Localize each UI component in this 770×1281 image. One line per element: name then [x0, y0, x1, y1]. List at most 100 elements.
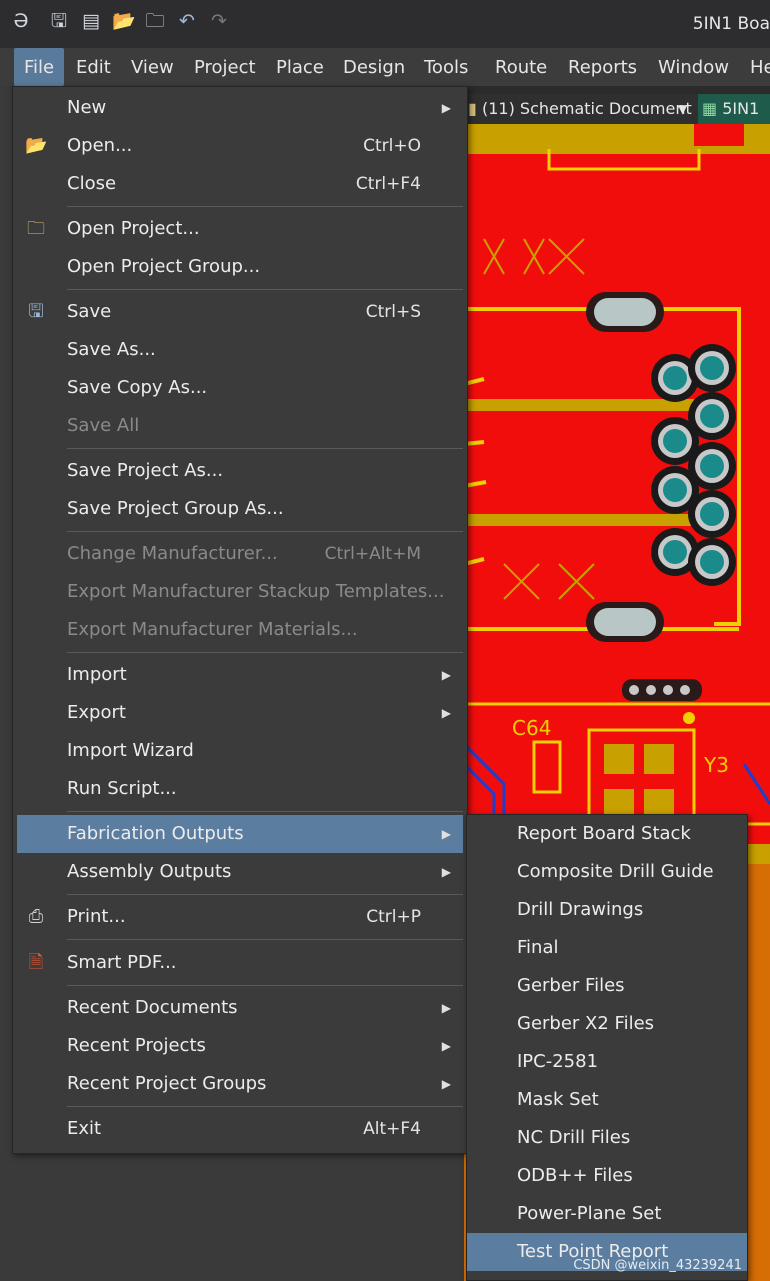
menu-item-label: Save Copy As... [67, 377, 208, 398]
menu-item-save-all: Save All [17, 407, 463, 445]
document-tab-bar: ▮ (11) Schematic Document ▼ ▦ 5IN1 [464, 94, 770, 124]
menu-item-recent-documents[interactable]: Recent Documents ▶ [17, 989, 463, 1027]
menu-item-close[interactable]: Close Ctrl+F4 [17, 165, 463, 203]
menu-item-smart-pdf[interactable]: 🗎 Smart PDF... [17, 944, 463, 982]
menu-item-run-script[interactable]: Run Script... [17, 770, 463, 808]
open-project-icon[interactable]: 🗀 [144, 10, 166, 32]
menu-item-exit[interactable]: Exit Alt+F4 [17, 1110, 463, 1148]
menu-item-label: Open... [67, 135, 133, 156]
submenu-item-power-plane-set[interactable]: Power-Plane Set [467, 1195, 747, 1233]
menu-item-open[interactable]: 📂 Open... Ctrl+O [17, 127, 463, 165]
submenu-item-final[interactable]: Final [467, 929, 747, 967]
menu-item-fabrication-outputs[interactable]: Fabrication Outputs ▶ [17, 815, 463, 853]
floppy-icon: 🖫 [28, 301, 44, 322]
pcb-label-c64: C64 [512, 716, 551, 740]
menu-item-label: Print... [67, 906, 126, 927]
menu-view[interactable]: View [131, 48, 174, 86]
menu-item-export-manufacturer-materials: Export Manufacturer Materials... [17, 611, 463, 649]
menu-item-label: Save [67, 301, 112, 322]
menu-item-recent-project-groups[interactable]: Recent Project Groups ▶ [17, 1065, 463, 1103]
open-project-icon: 🗀 [27, 218, 45, 239]
submenu-arrow-icon: ▶ [441, 1001, 451, 1015]
pcb-doc-icon: ▦ [702, 99, 718, 118]
submenu-item-drill-drawings[interactable]: Drill Drawings [467, 891, 747, 929]
menu-item-print[interactable]: ⎙ Print... Ctrl+P [17, 898, 463, 936]
menu-item-import[interactable]: Import ▶ [17, 656, 463, 694]
watermark: CSDN @weixin_43239241 [573, 1258, 742, 1273]
submenu-item-ipc-2581[interactable]: IPC-2581 [467, 1043, 747, 1081]
submenu-item-gerber-files[interactable]: Gerber Files [467, 967, 747, 1005]
schematic-doc-icon: ▮ [468, 99, 477, 118]
menu-item-save[interactable]: 🖫 Save Ctrl+S [17, 293, 463, 331]
submenu-item-nc-drill-files[interactable]: NC Drill Files [467, 1119, 747, 1157]
smart-pdf-icon: 🗎 [28, 952, 44, 973]
menu-item-label: Recent Project Groups [67, 1073, 267, 1094]
chevron-down-icon[interactable]: ▼ [678, 94, 687, 124]
submenu-item-label: Report Board Stack [517, 823, 691, 844]
menu-reports[interactable]: Reports [568, 48, 637, 86]
menu-tools[interactable]: Tools [424, 48, 468, 86]
submenu-item-report-board-stack[interactable]: Report Board Stack [467, 815, 747, 853]
menu-separator [67, 652, 463, 653]
menu-item-assembly-outputs[interactable]: Assembly Outputs ▶ [17, 853, 463, 891]
menu-item-new[interactable]: New ▶ [17, 89, 463, 127]
window-title: 5IN1 Boa [692, 14, 770, 34]
shortcut-label: Ctrl+S [365, 302, 421, 322]
menu-item-export[interactable]: Export ▶ [17, 694, 463, 732]
menu-project[interactable]: Project [194, 48, 256, 86]
menu-design[interactable]: Design [343, 48, 405, 86]
menu-item-label: Save Project Group As... [67, 498, 284, 519]
menu-item-import-wizard[interactable]: Import Wizard [17, 732, 463, 770]
menu-route[interactable]: Route [495, 48, 547, 86]
menu-item-change-manufacturer: Change Manufacturer... Ctrl+Alt+M [17, 535, 463, 573]
submenu-item-label: Gerber X2 Files [517, 1013, 655, 1034]
menu-separator [67, 894, 463, 895]
menu-separator [67, 939, 463, 940]
menu-separator [67, 206, 463, 207]
menu-edit[interactable]: Edit [76, 48, 111, 86]
menu-item-label: New [67, 97, 107, 118]
menu-help[interactable]: He [750, 48, 770, 86]
submenu-item-label: NC Drill Files [517, 1127, 631, 1148]
menu-separator [67, 531, 463, 532]
tab-pcb-document[interactable]: ▦ 5IN1 [698, 94, 770, 124]
menu-item-save-project-group-as[interactable]: Save Project Group As... [17, 490, 463, 528]
title-bar: Ə 🖫 ▤ 📂 🗀 ↶ ↷ 5IN1 Boa [0, 0, 770, 48]
tab-schematic-document[interactable]: (11) Schematic Document [482, 94, 692, 124]
menu-item-label: Export Manufacturer Materials... [67, 619, 358, 640]
file-menu: New ▶ 📂 Open... Ctrl+O Close Ctrl+F4 🗀 O… [12, 86, 468, 1154]
submenu-item-mask-set[interactable]: Mask Set [467, 1081, 747, 1119]
menu-item-open-project-group[interactable]: Open Project Group... [17, 248, 463, 286]
app-logo-icon[interactable]: Ə [10, 10, 32, 32]
save-all-icon[interactable]: ▤ [80, 10, 102, 32]
submenu-item-label: Mask Set [517, 1089, 599, 1110]
redo-icon[interactable]: ↷ [208, 10, 230, 32]
menu-item-save-as[interactable]: Save As... [17, 331, 463, 369]
menu-item-label: Import [67, 664, 127, 685]
submenu-item-gerber-x2-files[interactable]: Gerber X2 Files [467, 1005, 747, 1043]
undo-icon[interactable]: ↶ [176, 10, 198, 32]
submenu-item-label: Composite Drill Guide [517, 861, 714, 882]
menu-item-recent-projects[interactable]: Recent Projects ▶ [17, 1027, 463, 1065]
save-icon[interactable]: 🖫 [48, 10, 70, 32]
submenu-item-label: Final [517, 937, 559, 958]
menu-file[interactable]: File [14, 48, 64, 86]
shortcut-label: Ctrl+O [363, 136, 421, 156]
menu-item-label: Open Project Group... [67, 256, 261, 277]
menu-item-label: Change Manufacturer... [67, 543, 278, 564]
menu-place[interactable]: Place [276, 48, 324, 86]
menu-item-label: Export Manufacturer Stackup Templates... [67, 581, 445, 602]
fabrication-outputs-submenu: Report Board Stack Composite Drill Guide… [466, 814, 748, 1281]
menu-item-save-project-as[interactable]: Save Project As... [17, 452, 463, 490]
submenu-item-odb-files[interactable]: ODB++ Files [467, 1157, 747, 1195]
menu-window[interactable]: Window [658, 48, 729, 86]
menu-separator [67, 1106, 463, 1107]
menu-item-label: Import Wizard [67, 740, 194, 761]
open-icon[interactable]: 📂 [112, 10, 136, 32]
open-folder-icon: 📂 [25, 135, 48, 156]
submenu-item-label: Drill Drawings [517, 899, 644, 920]
menu-item-save-copy-as[interactable]: Save Copy As... [17, 369, 463, 407]
menu-separator [67, 811, 463, 812]
submenu-item-composite-drill-guide[interactable]: Composite Drill Guide [467, 853, 747, 891]
menu-item-open-project[interactable]: 🗀 Open Project... [17, 210, 463, 248]
